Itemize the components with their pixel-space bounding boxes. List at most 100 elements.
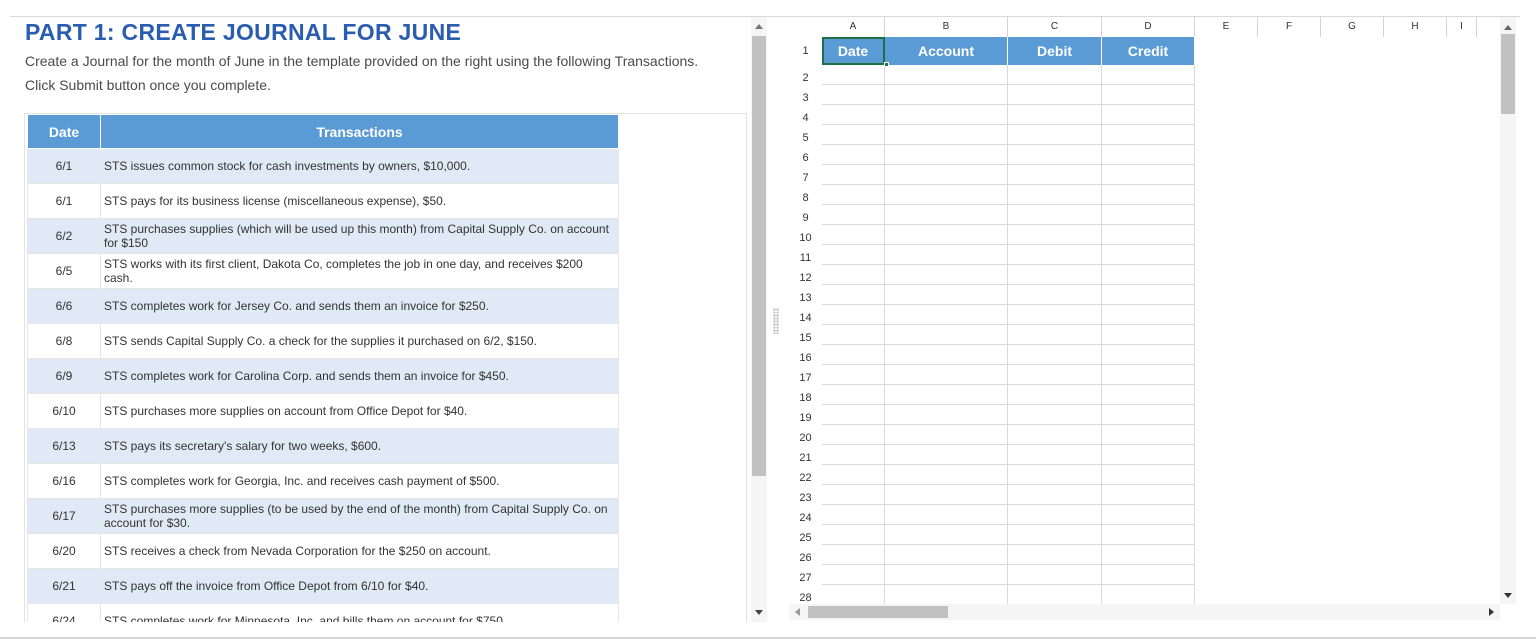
spreadsheet-cell[interactable]	[822, 325, 885, 345]
spreadsheet-cell[interactable]	[822, 165, 885, 185]
spreadsheet-cell[interactable]	[885, 65, 1008, 85]
spreadsheet-cell[interactable]	[1102, 105, 1195, 125]
journal-spreadsheet[interactable]: A B C D E F G H I 1 2 3 4 5 6 7 8 9 10 11 12 13 14 15 16 17 18 19 20…	[789, 17, 1500, 604]
spreadsheet-cell[interactable]	[1102, 225, 1195, 245]
spreadsheet-cell[interactable]	[1102, 425, 1195, 445]
spreadsheet-cell[interactable]	[885, 445, 1008, 465]
spreadsheet-cell[interactable]	[822, 485, 885, 505]
spreadsheet-cell[interactable]	[1102, 265, 1195, 285]
row-header[interactable]: 19	[789, 405, 822, 425]
spreadsheet-cell[interactable]	[822, 245, 885, 265]
spreadsheet-cell[interactable]	[1102, 405, 1195, 425]
spreadsheet-horizontal-scrollbar[interactable]	[789, 604, 1500, 620]
row-header[interactable]: 12	[789, 265, 822, 285]
spreadsheet-cell[interactable]	[1008, 585, 1102, 604]
spreadsheet-cell[interactable]	[1102, 285, 1195, 305]
row-header[interactable]: 22	[789, 465, 822, 485]
spreadsheet-cell[interactable]	[822, 405, 885, 425]
spreadsheet-cell[interactable]	[885, 465, 1008, 485]
spreadsheet-cell[interactable]	[1102, 305, 1195, 325]
spreadsheet-cell[interactable]	[1102, 65, 1195, 85]
spreadsheet-cell[interactable]	[1008, 505, 1102, 525]
spreadsheet-cell[interactable]	[1008, 165, 1102, 185]
spreadsheet-cell[interactable]	[1008, 285, 1102, 305]
column-header-a[interactable]: A	[822, 17, 885, 37]
spreadsheet-cell[interactable]	[885, 545, 1008, 565]
spreadsheet-cell[interactable]	[822, 265, 885, 285]
scroll-right-arrow-icon[interactable]	[1489, 608, 1494, 616]
row-header[interactable]: 3	[789, 85, 822, 105]
spreadsheet-cell[interactable]	[1102, 125, 1195, 145]
selection-fill-handle[interactable]	[884, 62, 889, 67]
spreadsheet-cell[interactable]	[822, 105, 885, 125]
row-header[interactable]: 18	[789, 385, 822, 405]
spreadsheet-cell[interactable]	[1008, 345, 1102, 365]
spreadsheet-cell[interactable]	[885, 305, 1008, 325]
spreadsheet-cell[interactable]	[1008, 325, 1102, 345]
spreadsheet-cell[interactable]	[1102, 345, 1195, 365]
spreadsheet-cell[interactable]	[822, 365, 885, 385]
spreadsheet-cell[interactable]	[885, 345, 1008, 365]
spreadsheet-cell[interactable]	[822, 505, 885, 525]
spreadsheet-cell[interactable]	[1102, 185, 1195, 205]
spreadsheet-cell[interactable]	[1008, 465, 1102, 485]
header-cell-account[interactable]: Account	[885, 37, 1008, 65]
spreadsheet-cell[interactable]	[885, 585, 1008, 604]
row-header[interactable]: 16	[789, 345, 822, 365]
spreadsheet-cell[interactable]	[885, 105, 1008, 125]
scroll-down-arrow-icon[interactable]	[1504, 593, 1512, 598]
column-header-g[interactable]: G	[1321, 17, 1384, 37]
spreadsheet-cell[interactable]	[822, 345, 885, 365]
spreadsheet-cell[interactable]	[1008, 405, 1102, 425]
spreadsheet-cell[interactable]	[822, 65, 885, 85]
spreadsheet-cell[interactable]	[822, 445, 885, 465]
spreadsheet-cell[interactable]	[1102, 565, 1195, 585]
row-header[interactable]: 13	[789, 285, 822, 305]
spreadsheet-cell[interactable]	[1008, 305, 1102, 325]
spreadsheet-cell[interactable]	[1102, 85, 1195, 105]
scroll-left-arrow-icon[interactable]	[795, 608, 800, 616]
row-header[interactable]: 9	[789, 205, 822, 225]
column-header-c[interactable]: C	[1008, 17, 1102, 37]
scroll-up-arrow-icon[interactable]	[755, 24, 763, 29]
spreadsheet-cell[interactable]	[822, 425, 885, 445]
spreadsheet-cell[interactable]	[822, 525, 885, 545]
spreadsheet-cell[interactable]	[1102, 365, 1195, 385]
spreadsheet-cell[interactable]	[1102, 145, 1195, 165]
pane-splitter-handle[interactable]	[773, 308, 779, 334]
row-header[interactable]: 2	[789, 65, 822, 85]
spreadsheet-cell[interactable]	[885, 385, 1008, 405]
spreadsheet-cell[interactable]	[885, 505, 1008, 525]
spreadsheet-cell[interactable]	[885, 325, 1008, 345]
spreadsheet-cell[interactable]	[885, 405, 1008, 425]
spreadsheet-cell[interactable]	[1008, 425, 1102, 445]
spreadsheet-cell[interactable]	[885, 425, 1008, 445]
row-header[interactable]: 26	[789, 545, 822, 565]
spreadsheet-cell[interactable]	[885, 125, 1008, 145]
spreadsheet-cell[interactable]	[1102, 505, 1195, 525]
spreadsheet-cell[interactable]	[1008, 125, 1102, 145]
row-header[interactable]: 20	[789, 425, 822, 445]
spreadsheet-cell[interactable]	[885, 365, 1008, 385]
spreadsheet-cell[interactable]	[822, 385, 885, 405]
scrollbar-thumb[interactable]	[1501, 34, 1515, 114]
spreadsheet-cell[interactable]	[1008, 85, 1102, 105]
spreadsheet-cell[interactable]	[1008, 205, 1102, 225]
row-header[interactable]: 21	[789, 445, 822, 465]
spreadsheet-cell[interactable]	[822, 85, 885, 105]
spreadsheet-cell[interactable]	[1008, 365, 1102, 385]
spreadsheet-cell[interactable]	[1102, 465, 1195, 485]
spreadsheet-cell[interactable]	[885, 265, 1008, 285]
spreadsheet-cell[interactable]	[1008, 545, 1102, 565]
row-header[interactable]: 10	[789, 225, 822, 245]
row-header[interactable]: 4	[789, 105, 822, 125]
row-header[interactable]: 1	[789, 37, 822, 65]
scrollbar-thumb[interactable]	[752, 36, 766, 476]
spreadsheet-cell[interactable]	[885, 205, 1008, 225]
row-header[interactable]: 8	[789, 185, 822, 205]
spreadsheet-cell[interactable]	[1102, 585, 1195, 604]
spreadsheet-cell[interactable]	[885, 225, 1008, 245]
spreadsheet-cell[interactable]	[822, 465, 885, 485]
row-header[interactable]: 11	[789, 245, 822, 265]
spreadsheet-cell[interactable]	[885, 485, 1008, 505]
